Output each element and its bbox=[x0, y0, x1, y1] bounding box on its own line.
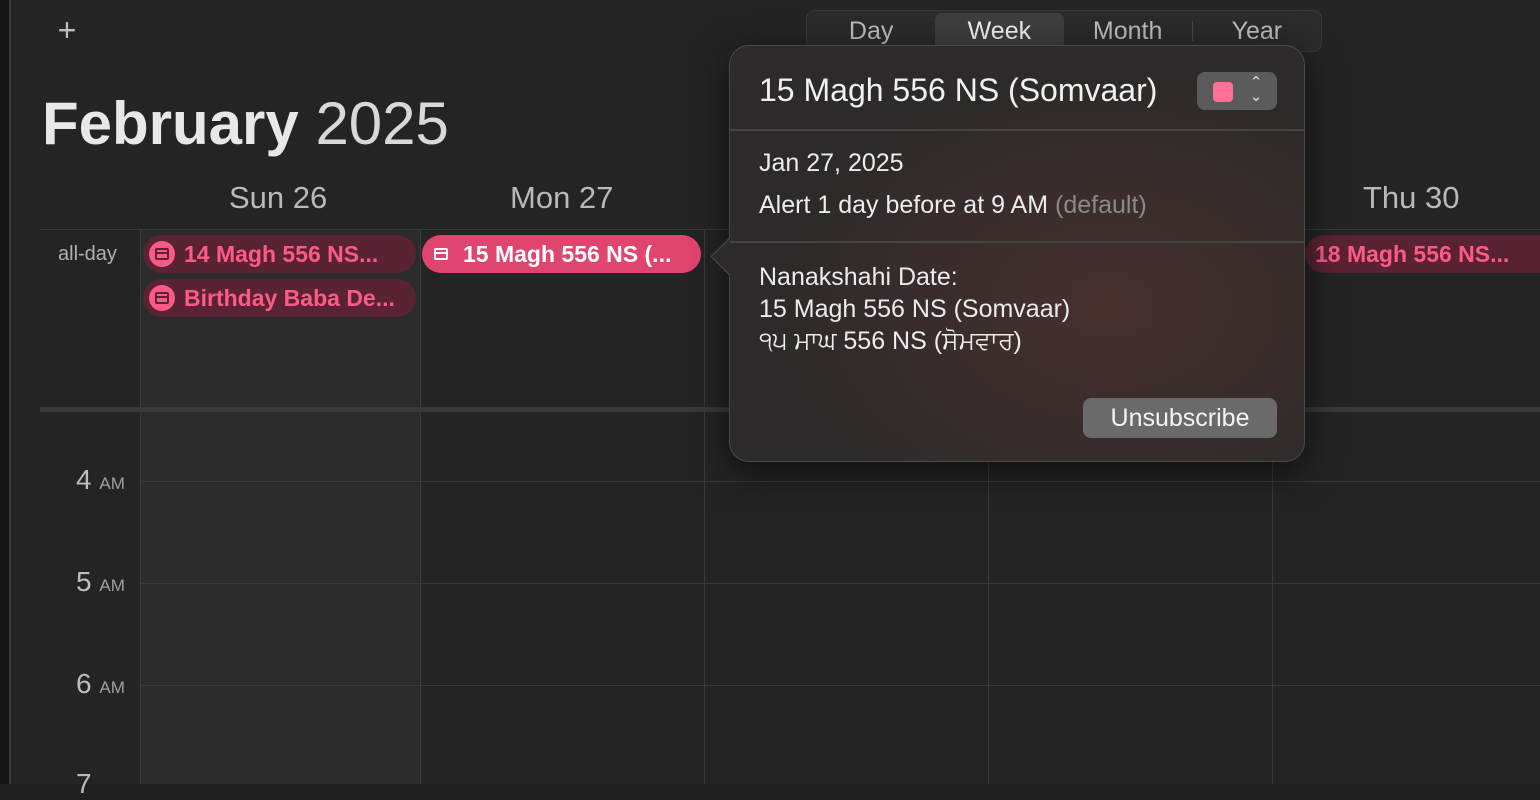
hour-line bbox=[140, 685, 1540, 686]
allday-label: all-day bbox=[58, 243, 117, 265]
hour-number: 6 bbox=[76, 668, 92, 699]
event-sun-birthday[interactable]: Birthday Baba De... bbox=[143, 279, 416, 317]
add-event-button[interactable]: + bbox=[52, 14, 82, 46]
title-month: February bbox=[42, 90, 299, 157]
hour-suffix: AM bbox=[99, 576, 125, 595]
unsubscribe-button[interactable]: Unsubscribe bbox=[1083, 398, 1277, 438]
calendar-color-popup[interactable]: ⌃ ⌄ bbox=[1197, 72, 1277, 110]
event-popover: 15 Magh 556 NS (Somvaar) ⌃ ⌄ Jan 27, 2025… bbox=[710, 45, 1305, 462]
grid-vline bbox=[704, 230, 705, 784]
notes-line: ੧੫ ਮਾਘ 556 NS (ਸੋਮਵਾਰ) bbox=[759, 327, 1022, 355]
calendar-icon bbox=[149, 241, 175, 267]
popover-date[interactable]: Jan 27, 2025 bbox=[759, 149, 904, 178]
alert-text: Alert 1 day before at 9 AM bbox=[759, 191, 1049, 219]
event-title: 14 Magh 556 NS... bbox=[184, 241, 379, 267]
hour-number: 4 bbox=[76, 464, 92, 495]
day-header-sun[interactable]: Sun 26 bbox=[229, 180, 327, 216]
hour-label-4am: 4 AM bbox=[76, 464, 125, 496]
popover-title[interactable]: 15 Magh 556 NS (Somvaar) bbox=[759, 72, 1157, 109]
hour-line bbox=[140, 583, 1540, 584]
hour-label-6am: 6 AM bbox=[76, 668, 125, 700]
hour-number: 5 bbox=[76, 566, 92, 597]
up-down-chevron-icon: ⌃ ⌄ bbox=[1249, 74, 1263, 105]
page-title: February 2025 bbox=[42, 88, 449, 160]
hour-suffix: AM bbox=[99, 678, 125, 697]
event-mon-15-magh-selected[interactable]: 15 Magh 556 NS (... bbox=[422, 235, 701, 273]
window-edge bbox=[0, 0, 11, 784]
grid-vline bbox=[420, 230, 421, 784]
popover-notes: Nanakshahi Date: 15 Magh 556 NS (Somvaar… bbox=[759, 261, 1070, 357]
hour-label-7: 7 bbox=[76, 768, 92, 800]
hour-label-5am: 5 AM bbox=[76, 566, 125, 598]
calendar-icon bbox=[428, 241, 454, 267]
calendar-color-swatch bbox=[1213, 82, 1233, 102]
calendar-icon bbox=[149, 285, 175, 311]
popover-divider bbox=[730, 129, 1304, 131]
title-year: 2025 bbox=[315, 90, 449, 157]
event-sun-14-magh[interactable]: 14 Magh 556 NS... bbox=[143, 235, 416, 273]
notes-line: 15 Magh 556 NS (Somvaar) bbox=[759, 295, 1071, 323]
event-title: Birthday Baba De... bbox=[184, 285, 395, 311]
notes-line: Nanakshahi Date: bbox=[759, 263, 958, 291]
event-title: 18 Magh 556 NS... bbox=[1315, 241, 1510, 267]
day-header-thu[interactable]: Thu 30 bbox=[1363, 180, 1460, 216]
hour-suffix: AM bbox=[99, 474, 125, 493]
popover-alert[interactable]: Alert 1 day before at 9 AM (default) bbox=[759, 191, 1147, 220]
day-header-mon[interactable]: Mon 27 bbox=[510, 180, 613, 216]
alert-default: (default) bbox=[1055, 191, 1147, 219]
popover-divider bbox=[730, 241, 1304, 243]
hour-line bbox=[140, 481, 1540, 482]
event-title: 15 Magh 556 NS (... bbox=[463, 241, 672, 267]
event-thu-18-magh[interactable]: 18 Magh 556 NS... bbox=[1305, 235, 1540, 273]
grid-vline bbox=[140, 230, 141, 784]
view-week-tab[interactable]: Week bbox=[935, 13, 1064, 49]
